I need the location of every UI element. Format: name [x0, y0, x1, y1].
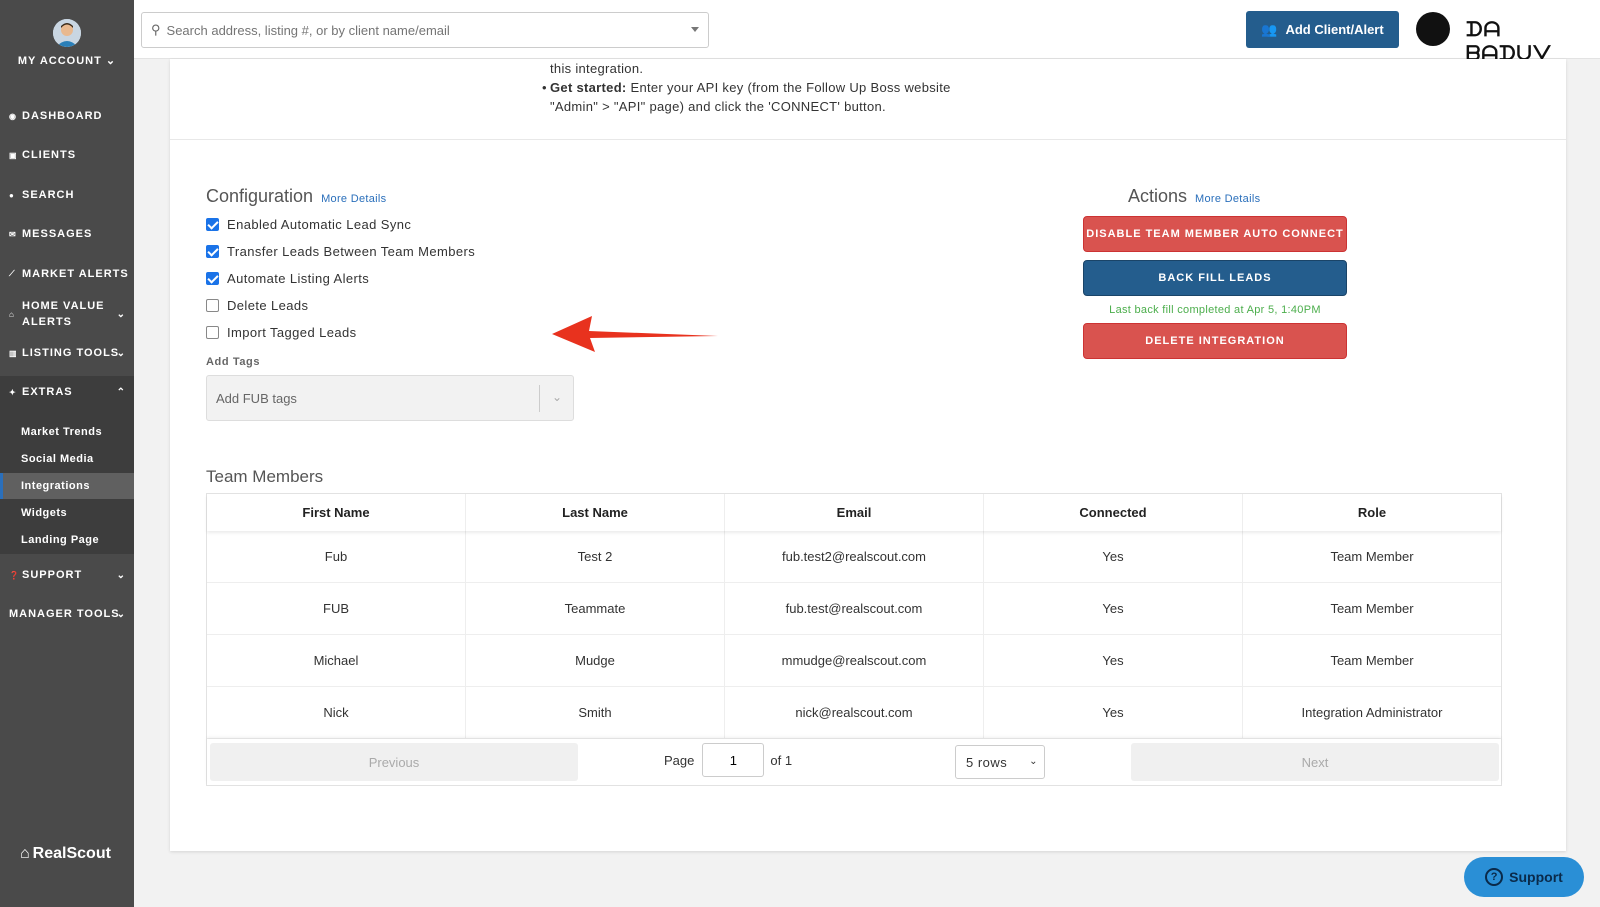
nav-support[interactable]: ❓ SUPPORT ⌄: [0, 567, 134, 583]
support-chat-button[interactable]: ? Support: [1464, 857, 1584, 897]
question-icon: ?: [1485, 868, 1504, 886]
table-header: First Name Last Name Email Connected Rol…: [207, 494, 1501, 531]
my-account-menu[interactable]: MY ACCOUNT ⌄: [0, 54, 134, 67]
column-header[interactable]: Email: [725, 494, 984, 531]
config-more-details-link[interactable]: More Details: [321, 193, 386, 205]
gift-icon: ✦: [9, 387, 17, 397]
dropdown-caret-icon[interactable]: [691, 27, 699, 32]
intro-text: this integration. • Get started: Enter yo…: [542, 61, 951, 114]
users-icon: 👥: [1261, 21, 1278, 37]
nav-market-alerts[interactable]: ⟋ MARKET ALERTS: [0, 266, 134, 282]
bar-chart-icon: ▥: [9, 348, 18, 358]
bullet: •: [542, 80, 547, 95]
back-fill-leads-button[interactable]: BACK FILL LEADS: [1083, 260, 1347, 296]
checkbox[interactable]: [206, 299, 219, 312]
chevron-down-icon: ⌄: [116, 308, 126, 320]
checkbox[interactable]: [206, 245, 219, 258]
checkbox[interactable]: [206, 218, 219, 231]
option-transfer-leads[interactable]: Transfer Leads Between Team Members: [206, 244, 475, 259]
table-pagination: Previous Page of 1 5 rows ⌄ Next: [207, 739, 1501, 785]
nav-dashboard[interactable]: ◉ DASHBOARD: [0, 108, 134, 124]
actions-title: Actions More Details: [1128, 186, 1261, 206]
nav-messages[interactable]: ✉ MESSAGES: [0, 226, 134, 242]
sidebar: MY ACCOUNT ⌄ ◉ DASHBOARD ▣ CLIENTS ● SEARCH…: [0, 0, 134, 907]
configuration-title: Configuration More Details: [206, 186, 387, 206]
avatar[interactable]: [53, 19, 81, 47]
chevron-down-icon: ⌄: [116, 347, 126, 359]
column-header[interactable]: Connected: [984, 494, 1243, 531]
top-bar: ⚲ 👥 Add Client/Alert ᗪᗩ ᗷᗩᗪᑌᐯ: [134, 0, 1600, 65]
house-logo-icon: ⌂: [20, 845, 30, 862]
search-icon: ⚲: [151, 22, 161, 37]
brand-emblem-icon: [1416, 12, 1450, 46]
dashboard-icon: ◉: [9, 111, 17, 121]
sub-landing-page[interactable]: Landing Page: [0, 527, 134, 553]
nav-search[interactable]: ● SEARCH: [0, 187, 134, 203]
page-number-input[interactable]: [702, 743, 765, 777]
nav-manager-tools[interactable]: MANAGER TOOLS ⌄: [0, 606, 134, 622]
chevron-down-icon[interactable]: ⌄: [552, 390, 562, 404]
disable-auto-connect-button[interactable]: DISABLE TEAM MEMBER AUTO CONNECT: [1083, 216, 1347, 252]
option-import-tagged-leads[interactable]: Import Tagged Leads: [206, 325, 357, 340]
add-client-alert-button[interactable]: 👥 Add Client/Alert: [1246, 11, 1399, 48]
add-tags-label: Add Tags: [206, 356, 261, 368]
realscout-logo[interactable]: ⌂ RealScout: [20, 845, 111, 863]
nav-listing-tools[interactable]: ▥ LISTING TOOLS ⌄: [0, 345, 134, 361]
sub-social-media[interactable]: Social Media: [0, 446, 134, 472]
integration-card: this integration. • Get started: Enter yo…: [170, 59, 1566, 851]
next-page-button[interactable]: Next: [1131, 743, 1499, 781]
previous-page-button[interactable]: Previous: [210, 743, 578, 781]
add-tags-select[interactable]: Add FUB tags ⌄: [206, 375, 574, 421]
checkbox[interactable]: [206, 272, 219, 285]
search-box[interactable]: ⚲: [141, 12, 709, 48]
envelope-icon: ✉: [9, 229, 17, 239]
column-header[interactable]: First Name: [207, 494, 466, 531]
page-indicator: Page of 1: [664, 743, 792, 777]
chevron-down-icon: ⌄: [105, 55, 117, 67]
search-input[interactable]: [166, 22, 687, 38]
sub-widgets[interactable]: Widgets: [0, 500, 134, 526]
column-header[interactable]: Last Name: [466, 494, 725, 531]
table-row: Nick Smith nick@realscout.com Yes Integratio…: [207, 687, 1501, 739]
clients-icon: ▣: [9, 150, 18, 160]
nav-extras[interactable]: ✦ EXTRAS ⌃: [0, 384, 134, 400]
option-automate-listing-alerts[interactable]: Automate Listing Alerts: [206, 271, 369, 286]
question-icon: ❓: [9, 570, 20, 580]
table-row: Fub Test 2 fub.test2@realscout.com Yes Team …: [207, 531, 1501, 583]
home-icon: ⌂: [9, 309, 15, 319]
chevron-down-icon: ⌄: [116, 569, 126, 581]
select-separator: [539, 385, 540, 412]
map-pin-icon: ●: [9, 190, 15, 200]
backfill-status-note: Last back fill completed at Apr 5, 1:40P…: [1109, 304, 1321, 316]
my-account-label: MY ACCOUNT: [17, 55, 102, 67]
brand-logo-text: ᗪᗩ ᗷᗩᗪᑌᐯ: [1466, 17, 1553, 65]
nav-home-value-alerts[interactable]: ⌂ HOME VALUE ALERTS ⌄: [0, 297, 134, 331]
table-row: FUB Teammate fub.test@realscout.com Yes Team…: [207, 583, 1501, 635]
column-header[interactable]: Role: [1243, 494, 1501, 531]
option-automatic-lead-sync[interactable]: Enabled Automatic Lead Sync: [206, 217, 411, 232]
table-row: Michael Mudge mmudge@realscout.com Yes Team …: [207, 635, 1501, 687]
chevron-down-icon: ⌄: [1029, 756, 1038, 767]
chevron-up-icon: ⌃: [116, 386, 126, 398]
divider: [170, 139, 1566, 140]
delete-integration-button[interactable]: DELETE INTEGRATION: [1083, 323, 1347, 359]
sub-integrations[interactable]: Integrations: [0, 473, 134, 499]
actions-more-details-link[interactable]: More Details: [1195, 193, 1260, 205]
annotation-arrow-icon: [552, 316, 718, 352]
team-members-table: First Name Last Name Email Connected Rol…: [206, 493, 1502, 786]
chart-icon: ⟋: [9, 269, 16, 278]
team-members-title: Team Members: [206, 467, 324, 486]
option-delete-leads[interactable]: Delete Leads: [206, 298, 308, 313]
rows-per-page-select[interactable]: 5 rows ⌄: [955, 745, 1045, 779]
sub-market-trends[interactable]: Market Trends: [0, 419, 134, 445]
chevron-down-icon: ⌄: [116, 608, 126, 620]
checkbox[interactable]: [206, 326, 219, 339]
nav-clients[interactable]: ▣ CLIENTS: [0, 147, 134, 163]
